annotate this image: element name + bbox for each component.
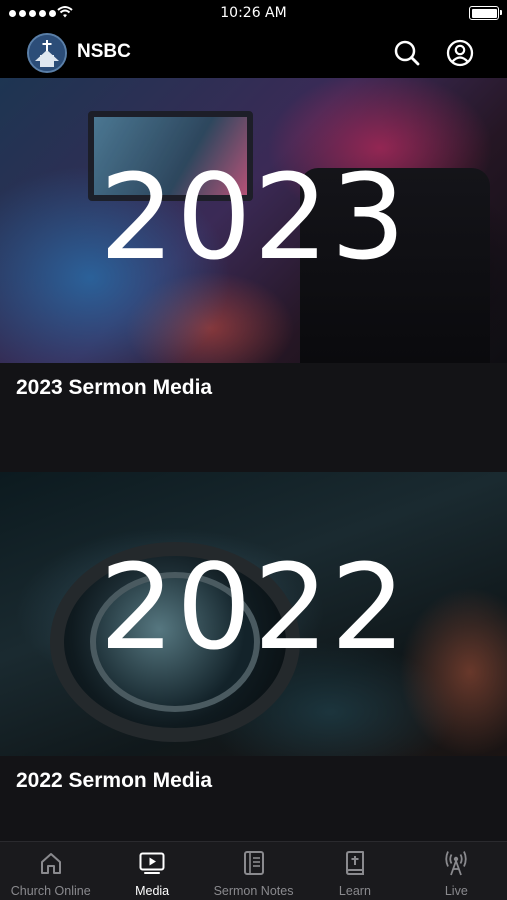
account-button[interactable] xyxy=(445,38,475,68)
thumbnail-year-text: 2022 xyxy=(99,538,408,676)
tab-label: Church Online xyxy=(10,884,91,898)
search-button[interactable] xyxy=(392,38,422,68)
media-thumbnail: 2022 xyxy=(0,472,507,756)
search-icon xyxy=(394,40,420,66)
status-bar: 10:26 AM xyxy=(0,0,507,26)
tab-label: Learn xyxy=(338,884,371,898)
media-thumbnail: 2023 xyxy=(0,78,507,363)
tab-live[interactable]: Live xyxy=(406,842,507,900)
tab-church-online[interactable]: Church Online xyxy=(0,842,101,900)
media-card-2022[interactable]: 2022 2022 Sermon Media xyxy=(0,472,507,841)
tab-label: Sermon Notes xyxy=(213,884,294,898)
bible-icon xyxy=(345,851,364,875)
tab-label: Media xyxy=(135,884,170,898)
tab-learn[interactable]: Learn xyxy=(304,842,405,900)
media-card-title: 2023 Sermon Media xyxy=(16,376,213,399)
bottom-tab-bar: Church Online Media Sermon Notes Learn L… xyxy=(0,841,507,900)
tab-media[interactable]: Media xyxy=(101,842,202,900)
media-card-title: 2022 Sermon Media xyxy=(16,769,213,792)
battery-icon xyxy=(469,6,502,20)
app-header: NSBC xyxy=(0,26,507,78)
tab-sermon-notes[interactable]: Sermon Notes xyxy=(203,842,304,900)
home-icon xyxy=(40,853,61,874)
status-time: 10:26 AM xyxy=(220,5,287,21)
broadcast-icon xyxy=(445,851,467,876)
play-screen-icon xyxy=(139,852,165,874)
media-card-2023[interactable]: 2023 2023 Sermon Media xyxy=(0,78,507,472)
account-icon xyxy=(446,39,474,67)
tab-label: Live xyxy=(444,884,468,898)
app-name: NSBC xyxy=(77,41,131,62)
notes-icon xyxy=(243,851,264,875)
church-logo[interactable] xyxy=(27,33,67,73)
thumbnail-year-text: 2023 xyxy=(99,148,408,286)
